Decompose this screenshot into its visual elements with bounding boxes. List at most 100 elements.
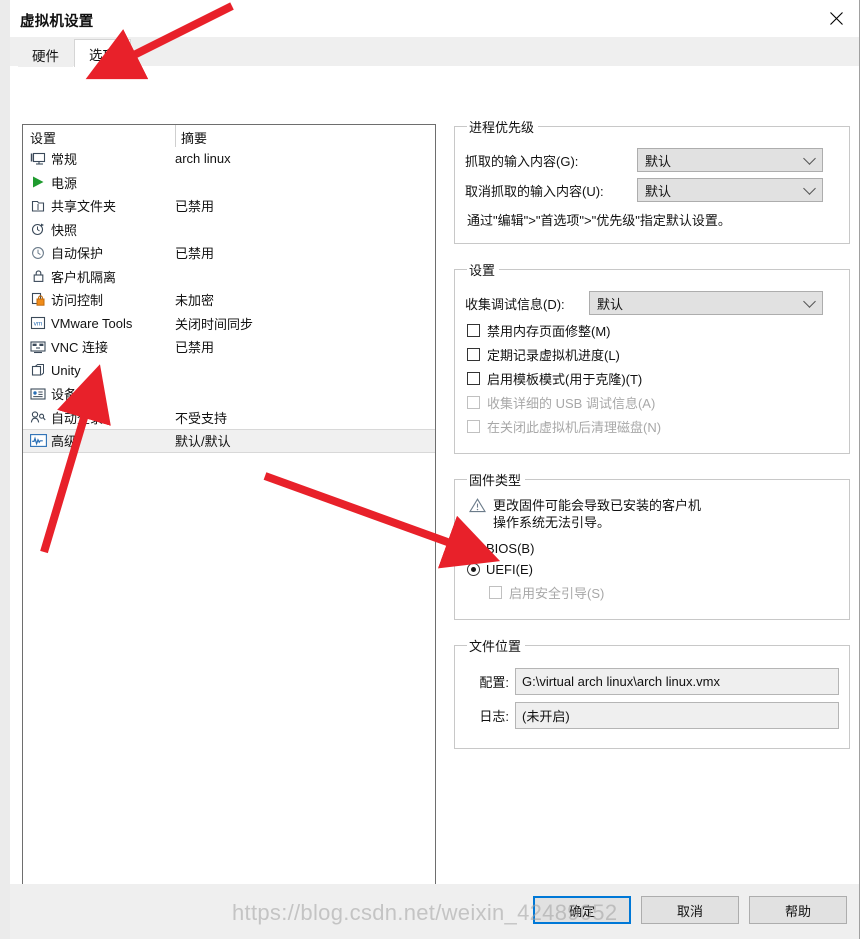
firmware-type-group: 固件类型 更改固件可能会导致已安装的客户机 操作系统无法引导。 BIOS(B) — [454, 470, 850, 620]
checkbox-disable-memory-trim[interactable]: 禁用内存页面修整(M) — [467, 321, 839, 340]
ok-button[interactable]: 确定 — [533, 896, 631, 924]
log-path-field[interactable]: (未开启) — [515, 702, 839, 729]
log-path-label: 日志: — [479, 709, 509, 724]
config-path-value: G:\virtual arch linux\arch linux.vmx — [522, 674, 720, 689]
list-item-label: VMware Tools — [51, 315, 133, 331]
checkbox-box — [467, 324, 480, 337]
checkbox-box — [467, 372, 480, 385]
list-item-label: 设备视图 — [51, 387, 104, 403]
list-item-vnc-connection[interactable]: VNC 连接 已禁用 — [23, 335, 435, 359]
list-item-unity[interactable]: Unity — [23, 359, 435, 383]
folder-share-icon — [28, 198, 48, 214]
vm-tools-icon: vm — [28, 315, 48, 331]
firmware-warning-line1: 更改固件可能会导致已安装的客户机 — [493, 498, 702, 513]
access-lock-icon — [28, 292, 48, 308]
list-item-general[interactable]: 常规 arch linux — [23, 147, 435, 171]
list-item-label: 自动登录 — [51, 410, 104, 426]
log-path-row: 日志: (未开启) — [465, 702, 839, 729]
radio-button-selected — [467, 563, 480, 576]
monitor-icon — [28, 151, 48, 167]
options-pane: 进程优先级 抓取的输入内容(G): 默认 取消抓取的输入内容(U): 默认 通过… — [454, 117, 850, 765]
cancel-button[interactable]: 取消 — [641, 896, 739, 924]
radio-uefi[interactable]: UEFI(E) — [467, 562, 839, 577]
list-item-guest-isolation[interactable]: 客户机隔离 — [23, 265, 435, 289]
radio-bios[interactable]: BIOS(B) — [467, 541, 839, 556]
settings-list[interactable]: 设置 摘要 常规 arch linux 电源 共享文件夹 已禁用 快照 自动保护… — [22, 124, 436, 911]
radio-label: UEFI(E) — [486, 562, 533, 577]
autologon-icon — [28, 409, 48, 425]
checkbox-label: 定期记录虚拟机进度(L) — [487, 348, 620, 363]
grabbed-input-label: 抓取的输入内容(G): — [465, 153, 579, 169]
list-header: 设置 摘要 — [23, 125, 435, 147]
debug-info-row: 收集调试信息(D): 默认 — [465, 291, 839, 315]
config-path-field[interactable]: G:\virtual arch linux\arch linux.vmx — [515, 668, 839, 695]
checkbox-enable-template-mode[interactable]: 启用模板模式(用于克隆)(T) — [467, 369, 839, 388]
list-item-label: VNC 连接 — [51, 340, 109, 356]
radio-button — [467, 542, 480, 555]
power-play-icon — [28, 174, 48, 190]
tab-hardware[interactable]: 硬件 — [18, 41, 73, 68]
grabbed-input-select[interactable]: 默认 — [637, 148, 823, 172]
list-item-label: Unity — [51, 362, 81, 378]
list-item-snapshot[interactable]: 快照 — [23, 218, 435, 242]
svg-text:vm: vm — [34, 321, 43, 328]
window-left-edge — [0, 0, 10, 939]
log-path-value: (未开启) — [522, 709, 570, 724]
tab-strip: 硬件 选项 — [10, 37, 859, 68]
ungrabbed-input-select[interactable]: 默认 — [637, 178, 823, 202]
settings-group: 设置 收集调试信息(D): 默认 禁用内存页面修整(M) 定期记录虚拟机进度(L… — [454, 260, 850, 454]
checkbox-box — [467, 396, 480, 409]
dialog-content: 设置 摘要 常规 arch linux 电源 共享文件夹 已禁用 快照 自动保护… — [10, 67, 859, 939]
list-header-summary: 摘要 — [181, 131, 208, 146]
grabbed-input-value: 默认 — [645, 153, 672, 169]
settings-legend: 设置 — [469, 263, 496, 278]
vnc-icon — [28, 339, 48, 355]
list-item-vmware-tools[interactable]: vm VMware Tools 关闭时间同步 — [23, 312, 435, 336]
list-item-summary: arch linux — [175, 151, 231, 167]
tab-options[interactable]: 选项 — [74, 39, 131, 68]
checkbox-clean-disk-after-shutdown: 在关闭此虚拟机后清理磁盘(N) — [467, 417, 839, 436]
checkbox-box — [489, 586, 502, 599]
list-item-auto-logon[interactable]: 自动登录 不受支持 — [23, 406, 435, 430]
list-item-advanced[interactable]: 高级 默认/默认 — [23, 429, 435, 453]
config-path-row: 配置: G:\virtual arch linux\arch linux.vmx — [465, 668, 839, 695]
list-item-summary: 默认/默认 — [175, 434, 231, 450]
vm-settings-window: 虚拟机设置 硬件 选项 设置 摘要 常规 arch linux 电源 共享文件夹… — [10, 0, 860, 939]
list-item-summary: 已禁用 — [175, 340, 215, 356]
dialog-footer: 确定 取消 帮助 — [10, 884, 859, 939]
process-priority-legend: 进程优先级 — [469, 120, 535, 135]
list-item-device-view[interactable]: 设备视图 — [23, 382, 435, 406]
debug-info-select[interactable]: 默认 — [589, 291, 823, 315]
process-priority-group: 进程优先级 抓取的输入内容(G): 默认 取消抓取的输入内容(U): 默认 通过… — [454, 117, 850, 244]
list-item-label: 访问控制 — [51, 293, 104, 309]
debug-info-value: 默认 — [597, 296, 624, 312]
list-item-access-control[interactable]: 访问控制 未加密 — [23, 288, 435, 312]
file-location-legend: 文件位置 — [469, 639, 522, 654]
checkbox-label: 启用模板模式(用于克隆)(T) — [487, 372, 643, 387]
list-item-power[interactable]: 电源 — [23, 171, 435, 195]
config-path-label: 配置: — [479, 675, 509, 690]
checkbox-label: 禁用内存页面修整(M) — [487, 324, 611, 339]
help-button[interactable]: 帮助 — [749, 896, 847, 924]
checkbox-log-vm-progress[interactable]: 定期记录虚拟机进度(L) — [467, 345, 839, 364]
autoprotect-icon — [28, 245, 48, 261]
ungrabbed-input-value: 默认 — [645, 183, 672, 199]
list-item-summary: 未加密 — [175, 293, 215, 309]
chevron-down-icon — [803, 182, 816, 195]
chevron-down-icon — [803, 295, 816, 308]
ungrabbed-input-label: 取消抓取的输入内容(U): — [465, 183, 604, 199]
firmware-warning-line2: 操作系统无法引导。 — [493, 515, 611, 530]
list-item-autoprotect[interactable]: 自动保护 已禁用 — [23, 241, 435, 265]
list-item-summary: 已禁用 — [175, 246, 215, 262]
grabbed-input-row: 抓取的输入内容(G): 默认 — [465, 148, 839, 172]
list-item-shared-folders[interactable]: 共享文件夹 已禁用 — [23, 194, 435, 218]
unity-icon — [28, 362, 48, 378]
list-item-label: 自动保护 — [51, 246, 104, 262]
lock-icon — [28, 268, 48, 284]
checkbox-label: 启用安全引导(S) — [509, 586, 605, 601]
list-item-label: 电源 — [51, 175, 78, 191]
close-icon[interactable] — [813, 0, 859, 37]
checkbox-box — [467, 348, 480, 361]
debug-info-label: 收集调试信息(D): — [465, 296, 565, 312]
warning-triangle-icon — [469, 498, 487, 516]
